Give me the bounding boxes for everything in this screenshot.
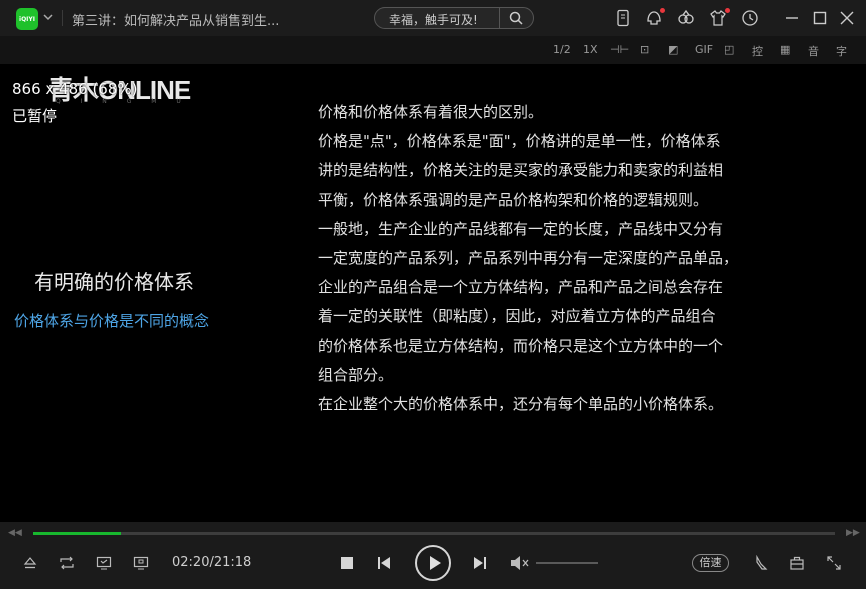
fullscreen-icon[interactable] [826, 555, 842, 571]
toolbar-item-gif[interactable]: GIF [695, 43, 713, 56]
play-icon [430, 556, 441, 570]
slide-subheading: 价格体系与价格是不同的概念 [14, 312, 210, 330]
search-icon [509, 11, 523, 25]
toolbar-item-control[interactable]: 控 [752, 43, 763, 59]
speed-button[interactable]: 倍速 [692, 554, 729, 572]
toolbar-item-frame[interactable]: ⊡ [640, 43, 649, 56]
divider [62, 10, 63, 26]
notification-dot [725, 8, 730, 13]
pip-icon[interactable] [133, 555, 149, 571]
player-controls: ◀◀ ▶▶ 02:20/21:18 倍速 [0, 522, 866, 589]
cast-icon[interactable] [96, 555, 112, 571]
minimize-icon[interactable] [783, 9, 801, 27]
vip-icon[interactable] [677, 9, 695, 27]
slide-heading: 有明确的价格体系 [34, 270, 194, 294]
body-line: 在企业整个大的价格体系中，还分有每个单品的小价格体系。 [318, 395, 724, 414]
toolbar-item-picture[interactable]: ▦ [780, 43, 790, 56]
body-line: 价格和价格体系有着很大的区别。 [318, 103, 544, 121]
body-line: 讲的是结构性，价格关注的是买家的承受能力和卖家的利益相 [318, 161, 724, 180]
volume-muted-icon[interactable] [510, 555, 530, 571]
repeat-icon[interactable] [59, 555, 75, 571]
brand-subtitle: Q I N G M U [56, 98, 190, 105]
stop-icon[interactable] [340, 556, 354, 570]
history-icon[interactable] [741, 9, 759, 27]
toolbar-item-speed[interactable]: 1X [583, 43, 598, 56]
body-line: 的价格体系也是立方体结构，而价格只是这个立方体中的一个 [318, 336, 724, 355]
search-input[interactable]: 幸福，触手可及! [389, 11, 478, 28]
toolbox-icon[interactable] [789, 555, 805, 571]
toolbar-item-audio[interactable]: 音 [808, 43, 819, 59]
body-line: 一般地，生产企业的产品线都有一定的长度，产品线中又分有 [318, 219, 724, 238]
progress-bar[interactable] [33, 532, 835, 535]
progress-fill [33, 532, 122, 535]
body-line: 企业的产品组合是一个立方体结构，产品和产品之间总会存在 [318, 278, 724, 297]
volume-slider[interactable] [536, 562, 598, 564]
rewind-arrow-icon[interactable]: ◀◀ [8, 528, 22, 538]
time-display: 02:20/21:18 [172, 555, 252, 570]
body-line: 一定宽度的产品系列，产品系列中再分有一定深度的产品单品， [318, 249, 739, 268]
chevron-down-icon[interactable] [42, 10, 54, 24]
previous-icon[interactable] [376, 556, 392, 570]
body-line: 平衡，价格体系强调的是产品价格构架和价格的逻辑规则。 [318, 190, 709, 209]
window-title: 第三讲：如何解决产品从销售到生... [72, 14, 280, 29]
search-box[interactable]: 幸福，触手可及! [374, 7, 534, 29]
slide-body: 价格和价格体系有着很大的区别。 价格是"点"，价格体系是"面"，价格讲的是单一性… [318, 98, 788, 419]
resolution-info: 866 x 486 (68%) [12, 80, 138, 98]
toolbar-item-width[interactable]: ⊣⊢ [610, 43, 629, 56]
forward-arrow-icon[interactable]: ▶▶ [846, 528, 860, 538]
app-logo[interactable]: iQIYI [16, 8, 38, 30]
title-bar: iQIYI 第三讲：如何解决产品从销售到生... 幸福，触手可及! [0, 0, 866, 36]
eject-icon[interactable] [22, 555, 38, 571]
player-toolbar: 1/2 1X ⊣⊢ ⊡ ◩ GIF ◰ 控 ▦ 音 字 [0, 36, 866, 64]
body-line: 组合部分。 [318, 365, 394, 384]
clean-icon[interactable] [753, 555, 769, 571]
next-icon[interactable] [472, 556, 488, 570]
phone-icon[interactable] [614, 9, 632, 27]
toolbar-item-screenshot[interactable]: ◩ [668, 43, 678, 56]
body-line: 着一定的关联性（即粘度），因此，对应着立方体的产品组合 [318, 307, 716, 326]
toolbar-item-page[interactable]: 1/2 [553, 43, 571, 56]
maximize-icon[interactable] [811, 9, 829, 27]
paused-status: 已暂停 [12, 107, 58, 125]
close-icon[interactable] [838, 9, 856, 27]
play-button[interactable] [415, 545, 451, 581]
search-button[interactable] [499, 7, 533, 29]
shirt-icon[interactable] [709, 9, 727, 27]
body-line: 价格是"点"，价格体系是"面"，价格讲的是单一性，价格体系 [318, 132, 721, 151]
notification-dot [660, 8, 665, 13]
toolbar-item-subtitle[interactable]: 字 [836, 43, 847, 59]
toolbar-item-window[interactable]: ◰ [724, 43, 734, 56]
